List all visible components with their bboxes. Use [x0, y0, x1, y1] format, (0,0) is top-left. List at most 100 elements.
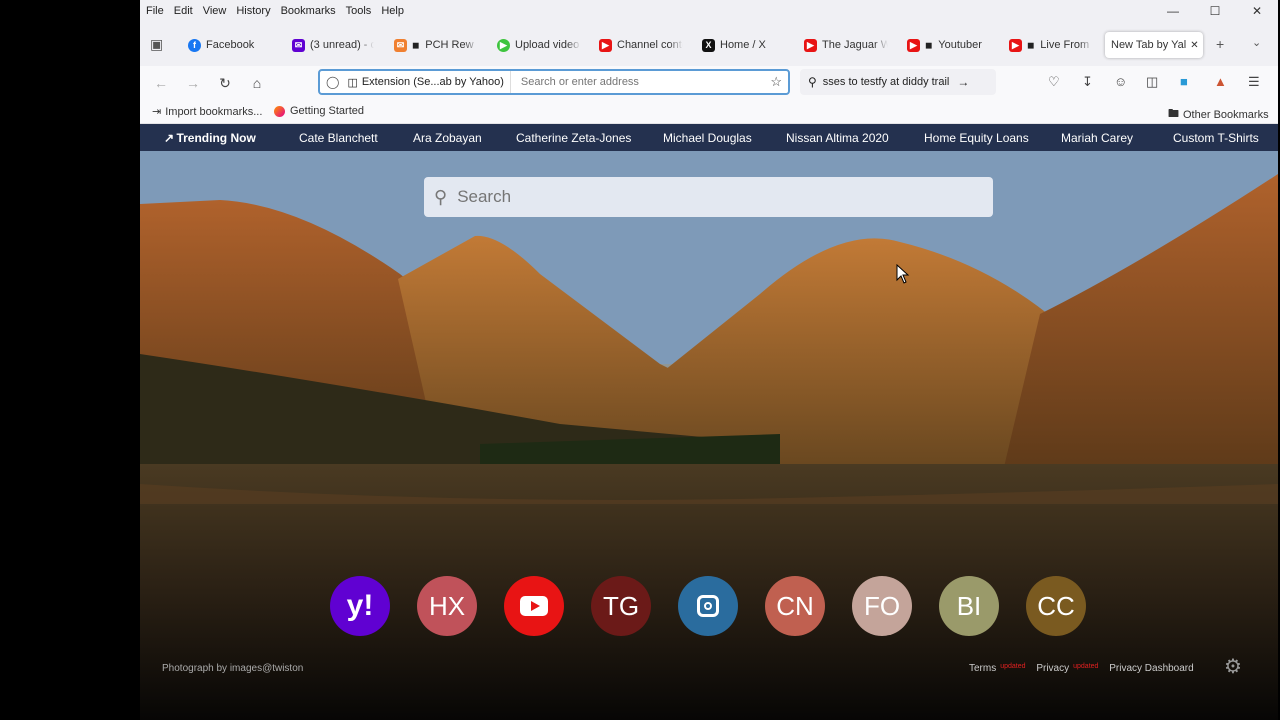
- maximize-icon[interactable]: ☐: [1194, 0, 1236, 22]
- extension-label: Extension (Se...ab by Yahoo): [361, 76, 504, 88]
- tile-youtube[interactable]: [504, 576, 564, 636]
- trending-item[interactable]: Home Equity Loans: [924, 131, 1029, 145]
- tab-overview-icon[interactable]: ▣: [150, 36, 163, 53]
- tab-label: New Tab by Yal: [1111, 39, 1187, 51]
- extension-identity[interactable]: ◫ Extension (Se...ab by Yahoo): [343, 71, 511, 93]
- trending-item[interactable]: Cate Blanchett: [299, 131, 378, 145]
- menu-bookmarks[interactable]: Bookmarks: [281, 5, 336, 17]
- list-tabs-chevron-icon[interactable]: ⌄: [1252, 36, 1261, 49]
- menu-help[interactable]: Help: [381, 5, 404, 17]
- tab-label: Home / X: [720, 39, 766, 51]
- home-icon[interactable]: ⌂: [248, 74, 266, 92]
- megaphone-icon[interactable]: ▲: [1214, 74, 1227, 89]
- address-bar[interactable]: ◯ ◫ Extension (Se...ab by Yahoo) ☆: [318, 69, 790, 95]
- x-icon: X: [702, 38, 715, 52]
- tab-live-from[interactable]: ▶ ◼ Live From: [1009, 32, 1093, 58]
- minimize-icon[interactable]: —: [1152, 0, 1194, 22]
- downloads-icon[interactable]: ↧: [1082, 74, 1093, 90]
- extensions-icon[interactable]: ◫: [1146, 74, 1158, 90]
- tile-yahoo[interactable]: y!: [330, 576, 390, 636]
- instagram-icon: [697, 595, 719, 617]
- tab-upload-video[interactable]: ▶ Upload video: [497, 32, 581, 58]
- tab-youtuber[interactable]: ▶ ◼ Youtuber: [907, 32, 991, 58]
- go-arrow-icon[interactable]: →: [957, 75, 969, 89]
- tab-jaguar[interactable]: ▶ The Jaguar W: [804, 32, 888, 58]
- other-bookmarks[interactable]: 🖿 Other Bookmarks: [1168, 105, 1269, 124]
- terms-link[interactable]: Terms: [969, 663, 996, 674]
- getting-started-bookmark[interactable]: Getting Started: [274, 105, 364, 117]
- tile-tg[interactable]: TG: [591, 576, 651, 636]
- youtube-icon: ▶: [907, 38, 920, 52]
- menu-edit[interactable]: Edit: [174, 5, 193, 17]
- trending-item[interactable]: Ara Zobayan: [413, 131, 482, 145]
- speaker-muted-icon[interactable]: ◼: [1027, 40, 1036, 51]
- tile-cc[interactable]: CC: [1026, 576, 1086, 636]
- privacy-updated-badge: updated: [1073, 663, 1099, 670]
- tile-cn[interactable]: CN: [765, 576, 825, 636]
- trending-item[interactable]: Nissan Altima 2020: [786, 131, 889, 145]
- trending-arrow-icon: ↗: [164, 131, 177, 145]
- trending-item[interactable]: Mariah Carey: [1061, 131, 1133, 145]
- tab-pch[interactable]: ✉ ◼ PCH Rew: [394, 32, 478, 58]
- menu-history[interactable]: History: [236, 5, 270, 17]
- page-search-box[interactable]: ⚲: [424, 177, 993, 217]
- menu-view[interactable]: View: [203, 5, 227, 17]
- pocket-icon[interactable]: ♡: [1048, 74, 1060, 90]
- folder-icon: 🖿: [1168, 108, 1179, 120]
- close-tab-icon[interactable]: ✕: [1190, 40, 1198, 51]
- tab-label: Facebook: [206, 39, 255, 51]
- search-icon: ⚲: [808, 75, 817, 89]
- tab-new-tab-yahoo[interactable]: New Tab by Yal ✕: [1105, 32, 1203, 58]
- menu-file[interactable]: File: [146, 5, 164, 17]
- privacy-dashboard-link[interactable]: Privacy Dashboard: [1109, 663, 1193, 674]
- trending-item[interactable]: Custom T-Shirts: [1173, 131, 1259, 145]
- forward-arrow-icon[interactable]: →: [184, 74, 202, 92]
- new-tab-plus-icon[interactable]: +: [1216, 36, 1224, 52]
- import-bookmarks-label: Import bookmarks...: [165, 105, 263, 118]
- reload-icon[interactable]: ↻: [216, 74, 234, 92]
- page-search-input[interactable]: [455, 186, 940, 208]
- tile-bi[interactable]: BI: [939, 576, 999, 636]
- navigation-bar: ← → ↻ ⌂ ◯ ◫ Extension (Se...ab by Yahoo)…: [140, 66, 1278, 100]
- tile-instagram[interactable]: [678, 576, 738, 636]
- browser-window: File Edit View History Bookmarks Tools H…: [140, 0, 1278, 720]
- tab-yahoo-mail[interactable]: ✉ (3 unread) - c: [292, 32, 374, 58]
- url-input[interactable]: [518, 75, 743, 89]
- tab-home-x[interactable]: X Home / X: [702, 32, 784, 58]
- tile-fo[interactable]: FO: [852, 576, 912, 636]
- tab-strip: ▣ f Facebook ✉ (3 unread) - c ✉ ◼ PCH Re…: [140, 22, 1278, 66]
- search-icon: ⚲: [434, 186, 448, 207]
- search-bar-value: sses to testfy at diddy trail: [822, 76, 950, 88]
- bookmark-star-icon[interactable]: ☆: [770, 74, 782, 90]
- yahoo-mail-icon: ✉: [292, 38, 305, 52]
- tile-label: HX: [428, 590, 466, 621]
- shield-icon[interactable]: ◯: [326, 75, 339, 89]
- tab-facebook[interactable]: f Facebook: [188, 32, 264, 58]
- import-bookmarks[interactable]: ⇥ Import bookmarks...: [152, 105, 263, 119]
- privacy-link[interactable]: Privacy: [1036, 663, 1069, 674]
- tile-label: CN: [776, 590, 814, 621]
- hamburger-menu-icon[interactable]: ☰: [1248, 74, 1260, 90]
- account-icon[interactable]: ☺: [1114, 74, 1127, 89]
- trending-item[interactable]: Catherine Zeta-Jones: [516, 131, 631, 145]
- close-window-icon[interactable]: ✕: [1236, 0, 1278, 22]
- gear-icon[interactable]: ⚙: [1224, 654, 1242, 679]
- web-search-bar[interactable]: ⚲ sses to testfy at diddy trail →: [800, 69, 996, 95]
- tile-label: y!: [346, 589, 374, 622]
- speaker-muted-icon[interactable]: ◼: [412, 40, 421, 51]
- menu-bar: File Edit View History Bookmarks Tools H…: [140, 0, 1278, 22]
- tile-label: BI: [956, 590, 982, 621]
- tile-label: TG: [602, 590, 640, 621]
- photo-credit[interactable]: Photograph by images@twiston: [162, 663, 303, 674]
- trending-heading-label: Trending Now: [176, 131, 256, 145]
- speaker-muted-icon[interactable]: ◼: [925, 40, 934, 51]
- tile-label: CC: [1037, 590, 1075, 621]
- trending-item[interactable]: Michael Douglas: [663, 131, 752, 145]
- youtube-play-icon: [520, 596, 548, 616]
- tab-channel-content[interactable]: ▶ Channel conte: [599, 32, 683, 58]
- honey-extension-icon[interactable]: ■: [1180, 74, 1188, 89]
- back-arrow-icon[interactable]: ←: [152, 74, 170, 92]
- tile-label: FO: [863, 590, 901, 621]
- tile-hx[interactable]: HX: [417, 576, 477, 636]
- menu-tools[interactable]: Tools: [346, 5, 372, 17]
